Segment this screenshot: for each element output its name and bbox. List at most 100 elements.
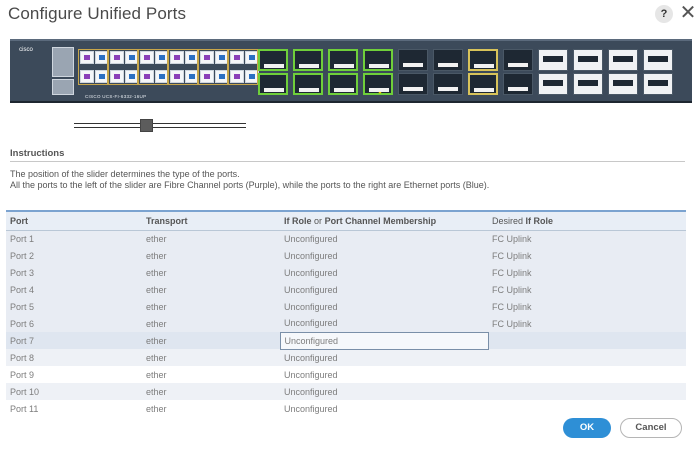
close-icon[interactable]: ✕ — [679, 3, 697, 23]
column-desired-prefix: Desired — [492, 215, 524, 226]
qsfp-port — [328, 73, 358, 95]
cell-transport: ether — [142, 366, 280, 383]
cell-transport: ether — [142, 264, 280, 281]
qsfp-port — [328, 49, 358, 71]
cell-role[interactable]: Unconfigured — [280, 366, 488, 383]
qsfp-port — [468, 49, 498, 71]
table-row[interactable]: Port 11 ether Unconfigured — [6, 400, 686, 417]
table-row[interactable]: Port 3 ether Unconfigured FC Uplink — [6, 264, 686, 281]
column-desired-role[interactable]: Desired If Role — [488, 210, 686, 231]
console-port — [52, 79, 74, 95]
instructions-divider — [10, 161, 685, 162]
column-port[interactable]: Port — [6, 210, 142, 231]
switch-model: CISCO UCS-FI-6332-16UP — [85, 94, 147, 99]
cell-desired — [488, 332, 686, 349]
switch-faceplate: cisco CISCO UCS-FI-6332-16UP — [10, 39, 692, 103]
cell-transport: ether — [142, 230, 280, 247]
cell-desired: FC Uplink — [488, 298, 686, 315]
cell-transport: ether — [142, 383, 280, 400]
brand-text: cisco — [19, 47, 33, 53]
port-group-frame — [228, 49, 258, 85]
cell-port: Port 4 — [6, 281, 142, 298]
qsfp-port — [293, 49, 323, 71]
cell-role[interactable]: Unconfigured — [280, 400, 488, 417]
port-group-frame — [198, 49, 228, 85]
qsfp-port — [363, 73, 393, 95]
table-row[interactable]: Port 5 ether Unconfigured FC Uplink — [6, 298, 686, 315]
cisco-logo: cisco — [13, 45, 39, 99]
qsfp-port — [643, 73, 673, 95]
cell-role[interactable]: Unconfigured — [280, 281, 488, 298]
port-warning-icon — [376, 89, 384, 94]
help-icon[interactable]: ? — [655, 5, 673, 23]
ok-button[interactable]: OK — [563, 418, 611, 438]
port-group-frame — [108, 49, 138, 85]
cell-desired: FC Uplink — [488, 315, 686, 332]
cell-role[interactable]: Unconfigured — [280, 315, 488, 332]
column-port-label: Port — [10, 215, 28, 226]
table-row[interactable]: Port 6 ether Unconfigured FC Uplink — [6, 315, 686, 332]
cell-role[interactable]: Unconfigured — [280, 349, 488, 366]
instructions-line-2: All the ports to the left of the slider … — [10, 180, 490, 190]
cell-role[interactable]: Unconfigured — [280, 383, 488, 400]
cell-role[interactable]: Unconfigured — [280, 230, 488, 247]
cell-desired: FC Uplink — [488, 281, 686, 298]
instructions-line-1: The position of the slider determines th… — [10, 169, 240, 179]
cell-port: Port 1 — [6, 230, 142, 247]
qsfp-port — [503, 49, 533, 71]
column-transport[interactable]: Transport — [142, 210, 280, 231]
cell-role[interactable]: Unconfigured — [280, 264, 488, 281]
cell-transport: ether — [142, 332, 280, 349]
qsfp-port — [573, 73, 603, 95]
table-row[interactable]: Port 8 ether Unconfigured — [6, 349, 686, 366]
column-transport-label: Transport — [146, 215, 188, 226]
qsfp-port — [433, 49, 463, 71]
cell-port: Port 10 — [6, 383, 142, 400]
column-role-label-1: If Role — [284, 215, 312, 226]
cell-transport: ether — [142, 247, 280, 264]
dialog-title: Configure Unified Ports — [8, 4, 187, 23]
port-group-frame — [168, 49, 198, 85]
qsfp-port — [468, 73, 498, 95]
cell-transport: ether — [142, 315, 280, 332]
column-desired-bold: If Role — [525, 215, 554, 226]
qsfp-port — [293, 73, 323, 95]
qsfp-port — [538, 49, 568, 71]
column-role-label-2: Port Channel Membership — [324, 215, 437, 226]
cell-port: Port 3 — [6, 264, 142, 281]
management-port — [52, 47, 74, 77]
port-group-frame — [78, 49, 108, 85]
cell-transport: ether — [142, 298, 280, 315]
qsfp-port — [503, 73, 533, 95]
cell-desired: FC Uplink — [488, 230, 686, 247]
cell-role[interactable]: Unconfigured — [280, 298, 488, 315]
instructions-heading: Instructions — [10, 148, 65, 159]
table-header: Port Transport If Role or Port Channel M… — [6, 210, 686, 231]
table-row[interactable]: Port 2 ether Unconfigured FC Uplink — [6, 247, 686, 264]
table-row[interactable]: Port 1 ether Unconfigured FC Uplink — [6, 230, 686, 247]
table-row[interactable]: Port 10 ether Unconfigured — [6, 383, 686, 400]
qsfp-port — [538, 73, 568, 95]
cell-port: Port 5 — [6, 298, 142, 315]
table-body: Port 1 ether Unconfigured FC Uplink Port 2 et… — [6, 230, 686, 417]
cell-port: Port 2 — [6, 247, 142, 264]
cancel-button[interactable]: Cancel — [620, 418, 682, 438]
cell-transport: ether — [142, 400, 280, 417]
table-row[interactable]: Port 9 ether Unconfigured — [6, 366, 686, 383]
cell-desired — [488, 400, 686, 417]
qsfp-port — [643, 49, 673, 71]
slider-track[interactable] — [74, 123, 246, 128]
column-role[interactable]: If Role or Port Channel Membership — [280, 210, 488, 231]
cell-role[interactable]: Unconfigured — [279, 331, 489, 350]
table-row[interactable]: Port 4 ether Unconfigured FC Uplink — [6, 281, 686, 298]
port-group-frame — [138, 49, 168, 85]
slider-thumb[interactable] — [140, 119, 153, 132]
cell-transport: ether — [142, 349, 280, 366]
cell-port: Port 7 — [6, 332, 142, 349]
qsfp-port — [608, 49, 638, 71]
table-row[interactable]: Port 7 ether Unconfigured — [6, 331, 686, 350]
qsfp-port — [258, 73, 288, 95]
cell-desired — [488, 349, 686, 366]
cell-role[interactable]: Unconfigured — [280, 247, 488, 264]
port-type-slider[interactable] — [74, 119, 254, 133]
